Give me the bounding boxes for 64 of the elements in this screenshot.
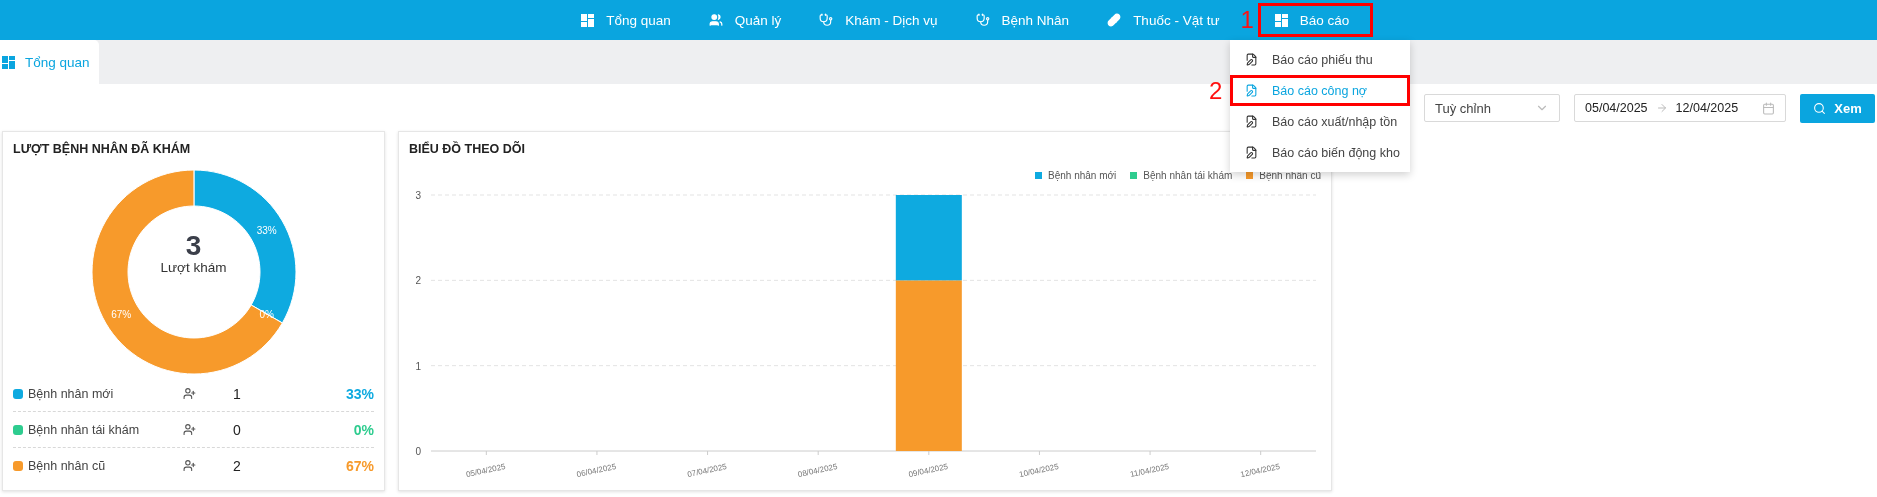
annotation-number: 2 [1209, 78, 1223, 103]
count-value: 2 [233, 457, 242, 474]
menu-label: Báo cáo phiếu thu [1272, 52, 1373, 67]
stethoscope-icon [819, 13, 834, 27]
tab-label: Tổng quan [25, 54, 90, 70]
pill-icon [1107, 13, 1122, 27]
legend-label: Bệnh nhân tái khám [28, 422, 140, 437]
card-title: LƯỢT BỆNH NHÂN ĐÃ KHÁM [13, 142, 191, 156]
y-tick-label: 2 [415, 275, 421, 287]
nav-label: Thuốc - Vật tư [1133, 12, 1220, 28]
total-count: 3 [185, 232, 202, 260]
nav-item[interactable]: Tổng quan [564, 3, 688, 37]
legend-label: Bệnh nhân cũ [28, 458, 106, 473]
nav-label: Quản lý [734, 12, 782, 28]
menu-item[interactable]: Báo cáo phiếu thu [1230, 44, 1410, 75]
user-plus-icon [183, 387, 196, 400]
menu-label: Báo cáo biến động kho [1272, 145, 1400, 160]
stethoscope-icon [975, 13, 990, 27]
nav-label: Bệnh Nhân [1001, 12, 1070, 28]
nav-item[interactable]: Bệnh Nhân [958, 3, 1087, 37]
nav-item[interactable]: Báo cáo [1257, 3, 1373, 37]
percent-value: 33% [344, 385, 374, 402]
legend-label: Bệnh nhân mới [1048, 170, 1117, 181]
dashboard-icon [1274, 13, 1288, 27]
menu-item[interactable]: Báo cáo xuất/nhập tồn [1230, 106, 1410, 137]
period-select[interactable]: Tuỳ chỉnh [1424, 94, 1560, 122]
legend-label: Bệnh nhân tái khám [1143, 170, 1233, 181]
segment-label: 33% [256, 225, 277, 236]
y-tick-label: 1 [415, 360, 421, 372]
date-range-field[interactable]: 05/04/2025 12/04/2025 [1574, 94, 1786, 122]
percent-value: 67% [344, 457, 374, 474]
nav-label: Tổng quan [606, 12, 671, 28]
tab[interactable]: Tổng quan [0, 40, 99, 84]
arrow-icon [1655, 102, 1668, 114]
total-label: Lượt khám [160, 260, 227, 275]
dashboard-icon [581, 13, 595, 27]
legend-label: Bệnh nhân mới [28, 386, 114, 401]
user-plus-icon [183, 423, 196, 436]
menu-label: Báo cáo xuất/nhập tồn [1272, 114, 1398, 129]
nav-item[interactable]: Thuốc - Vật tư [1090, 3, 1237, 37]
menu-label: Báo cáo công nợ [1272, 83, 1368, 98]
y-tick-label: 3 [415, 190, 421, 201]
view-button[interactable]: Xem [1800, 93, 1875, 123]
y-tick-label: 0 [415, 446, 421, 457]
nav-label: Khám - Dịch vụ [845, 12, 938, 28]
report-icon [1245, 115, 1258, 128]
search-icon [1813, 101, 1827, 115]
report-icon [1245, 146, 1258, 159]
count-value: 1 [233, 385, 242, 402]
report-icon [1245, 84, 1258, 97]
count-value: 0 [233, 421, 242, 438]
annotation-number: 1 [1240, 8, 1254, 32]
report-icon [1245, 53, 1258, 66]
card-title: BIỂU ĐỒ THEO DÕI [409, 142, 525, 156]
menu-item[interactable]: Báo cáo biến động kho [1230, 137, 1410, 168]
calendar-icon [1762, 101, 1775, 115]
nav-label: Báo cáo [1299, 12, 1350, 28]
percent-value: 0% [352, 421, 374, 438]
user-plus-icon [183, 459, 196, 472]
dashboard-icon [2, 55, 15, 69]
segment-label: 67% [110, 309, 131, 320]
nav-item[interactable]: Khám - Dịch vụ [802, 3, 955, 37]
nav-item[interactable]: Quản lý [691, 3, 799, 37]
users-icon [708, 13, 723, 27]
